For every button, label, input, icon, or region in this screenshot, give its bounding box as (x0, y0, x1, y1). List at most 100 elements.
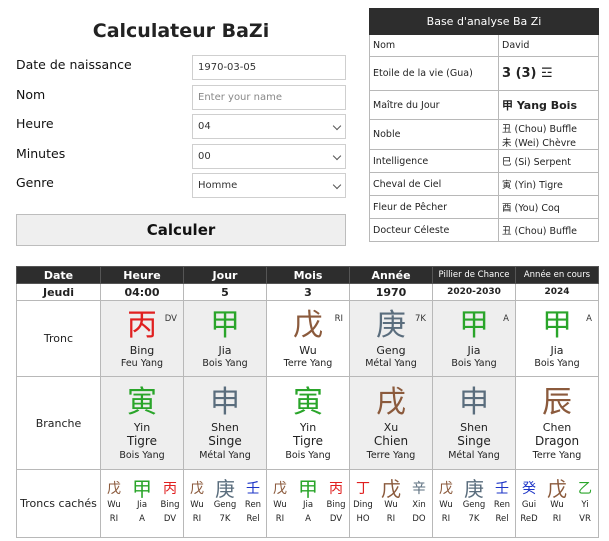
analysis-value: David (498, 34, 599, 57)
hidden-stem-relation: A (139, 514, 145, 524)
hidden-stem-relation: RI (552, 514, 562, 524)
hidden-stem: 辛 Xin DO (408, 481, 431, 526)
name-input[interactable]: Enter your name (192, 85, 346, 110)
branch-character: 辰 (542, 384, 572, 420)
stem-relation-tag: DV (164, 313, 177, 324)
analysis-title: Base d'analyse Ba Zi (369, 8, 599, 35)
branch-pinyin: Yin (133, 420, 151, 434)
branch-character: 申 (210, 384, 240, 420)
hidden-stem-relation: RI (275, 514, 285, 524)
analysis-value: 巳 (Si) Serpent (498, 149, 599, 173)
branch-animal: Dragon (534, 433, 580, 448)
hidden-stems-cell: 癸 Gui ReD 戊 Wu RI 乙 Yi VR (515, 469, 599, 538)
hidden-stem-pinyin: Ding (353, 500, 373, 510)
stem-element: Terre Yang (283, 357, 333, 369)
hidden-stem: 壬 Ren Rel (242, 481, 265, 526)
hidden-stem-relation: DO (412, 514, 426, 524)
stem-pinyin: Geng (376, 343, 406, 357)
stem-pinyin: Wu (299, 343, 317, 357)
minutes-select-value: 00 (198, 151, 211, 162)
hidden-stem-relation: RI (386, 514, 396, 524)
hidden-stem: 乙 Yi VR (574, 481, 597, 526)
hidden-stem: 丙 Bing DV (325, 481, 348, 526)
hidden-stem-pinyin: Wu (439, 500, 453, 510)
hidden-stem-character: 辛 (412, 481, 426, 497)
stem-element: Feu Yang (120, 357, 164, 369)
stem-cell: A 甲 Jia Bois Yang (515, 300, 599, 377)
hidden-stem-character: 戊 (439, 481, 453, 497)
branch-cell: 戌 Xu Chien Terre Yang (349, 376, 433, 470)
hidden-stem-character: 乙 (578, 481, 592, 497)
branch-character: 寅 (127, 384, 157, 420)
row-label-branch: Branche (16, 376, 101, 470)
branch-element: Terre Yang (366, 449, 416, 461)
stem-cell: DV 丙 Bing Feu Yang (100, 300, 184, 377)
hidden-stem-character: 庚 (215, 477, 235, 501)
hour-select[interactable]: 04 (192, 114, 346, 139)
info-hour: 04:00 (100, 283, 184, 301)
hidden-stem-character: 壬 (246, 481, 260, 497)
hidden-stem: 戊 Wu RI (103, 481, 126, 526)
branch-pinyin: Chen (542, 420, 572, 434)
stem-relation-tag: RI (334, 313, 343, 324)
analysis-key: Noble (369, 119, 499, 150)
hidden-stem-character: 戊 (381, 477, 401, 501)
branch-animal: Singe (208, 433, 242, 448)
gender-select[interactable]: Homme (192, 173, 346, 198)
hidden-stem-pinyin: Bing (160, 500, 180, 510)
hidden-stem-pinyin: Wu (107, 500, 121, 510)
branch-element: Métal Yang (199, 449, 251, 461)
stem-element: Métal Yang (365, 357, 417, 369)
hidden-stem-relation: Rel (246, 514, 260, 524)
hidden-stem-relation: RI (441, 514, 451, 524)
hidden-stem-character: 戊 (107, 481, 121, 497)
branch-cell: 寅 Yin Tigre Bois Yang (266, 376, 350, 470)
branch-cell: 申 Shen Singe Métal Yang (432, 376, 516, 470)
header-month: Mois (266, 266, 350, 284)
pillars-table: Date Heure Jour Mois Année Pillier de Ch… (16, 266, 599, 538)
hidden-stems-cell: 丁 Ding HO 戊 Wu RI 辛 Xin DO (349, 469, 433, 538)
hidden-stem-relation: 7K (219, 514, 231, 524)
header-day: Jour (183, 266, 267, 284)
calculate-button[interactable]: Calculer (16, 214, 346, 246)
info-weekday: Jeudi (16, 283, 101, 301)
branch-animal: Chien (373, 433, 409, 448)
analysis-key: Nom (369, 34, 499, 57)
branch-animal: Tigre (127, 433, 157, 448)
hidden-stem-pinyin: Ren (244, 500, 262, 510)
analysis-key: Fleur de Pêcher (369, 195, 499, 219)
row-label-stem: Tronc (16, 300, 101, 377)
branch-pinyin: Shen (460, 420, 488, 434)
hidden-stem-relation: DV (163, 514, 177, 524)
hidden-stem: 庚 Geng 7K (462, 479, 486, 526)
branch-element: Bois Yang (285, 449, 331, 461)
branch-character: 戌 (376, 384, 406, 420)
hidden-stem: 壬 Ren Rel (491, 481, 514, 526)
analysis-table: Base d'analyse Ba Zi Nom David Etoile de… (369, 8, 599, 242)
hidden-stems-cell: 戊 Wu RI 庚 Geng 7K 壬 Ren Rel (183, 469, 267, 538)
hidden-stem-pinyin: Geng (462, 500, 486, 510)
hidden-stem-relation: 7K (468, 514, 480, 524)
analysis-value: 甲 Yang Bois (498, 90, 599, 120)
hidden-stem: 戊 Wu RI (269, 481, 292, 526)
chevron-down-icon (332, 151, 342, 161)
hidden-stem-pinyin: Xin (412, 500, 426, 510)
header-year: Année (349, 266, 433, 284)
minutes-label: Minutes (16, 146, 66, 161)
hidden-stem-relation: VR (579, 514, 591, 524)
hidden-stem-character: 甲 (298, 477, 318, 501)
hidden-stem-relation: Rel (495, 514, 509, 524)
minutes-select[interactable]: 00 (192, 144, 346, 169)
hidden-stem-character: 戊 (273, 481, 287, 497)
info-month: 3 (266, 283, 350, 301)
header-luck-pillar: Pillier de Chance (432, 266, 516, 284)
hidden-stem-pinyin: Gui (521, 500, 537, 510)
stem-relation-tag: 7K (415, 313, 426, 324)
hidden-stem-character: 戊 (547, 477, 567, 501)
hidden-stem: 戊 Wu RI (186, 481, 209, 526)
birthdate-input[interactable]: 1970-03-05 (192, 55, 346, 80)
hidden-stem: 癸 Gui ReD (518, 481, 541, 526)
form-title: Calculateur BaZi (92, 20, 270, 42)
row-label-hidden-stems: Troncs cachés (16, 469, 101, 538)
hidden-stem-character: 壬 (495, 481, 509, 497)
